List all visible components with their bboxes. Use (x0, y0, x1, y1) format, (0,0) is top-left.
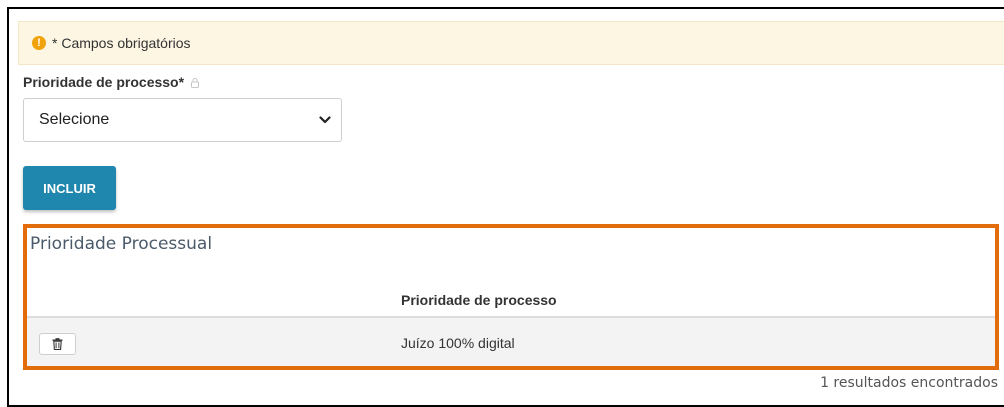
required-fields-alert: ! * Campos obrigatórios (18, 21, 1004, 65)
priority-panel: Prioridade Processual Prioridade de proc… (23, 224, 999, 370)
row-priority-value: Juízo 100% digital (401, 335, 515, 351)
priority-field-label: Prioridade de processo* (23, 74, 200, 90)
trash-icon (52, 338, 63, 350)
lock-icon (191, 77, 200, 88)
priority-label-text: Prioridade de processo* (23, 74, 185, 90)
panel-title: Prioridade Processual (30, 234, 213, 254)
include-button[interactable]: INCLUIR (23, 166, 116, 210)
delete-button[interactable] (39, 333, 76, 355)
results-count: 1 resultados encontrados (820, 375, 998, 391)
priority-select[interactable]: Selecione (23, 98, 342, 142)
chevron-down-icon (319, 116, 331, 124)
table-row: Juízo 100% digital (27, 318, 995, 366)
priority-select-value: Selecione (39, 111, 110, 128)
exclamation-circle-icon: ! (32, 36, 46, 50)
column-header-priority: Prioridade de processo (401, 292, 557, 308)
required-fields-text: * Campos obrigatórios (52, 35, 191, 51)
